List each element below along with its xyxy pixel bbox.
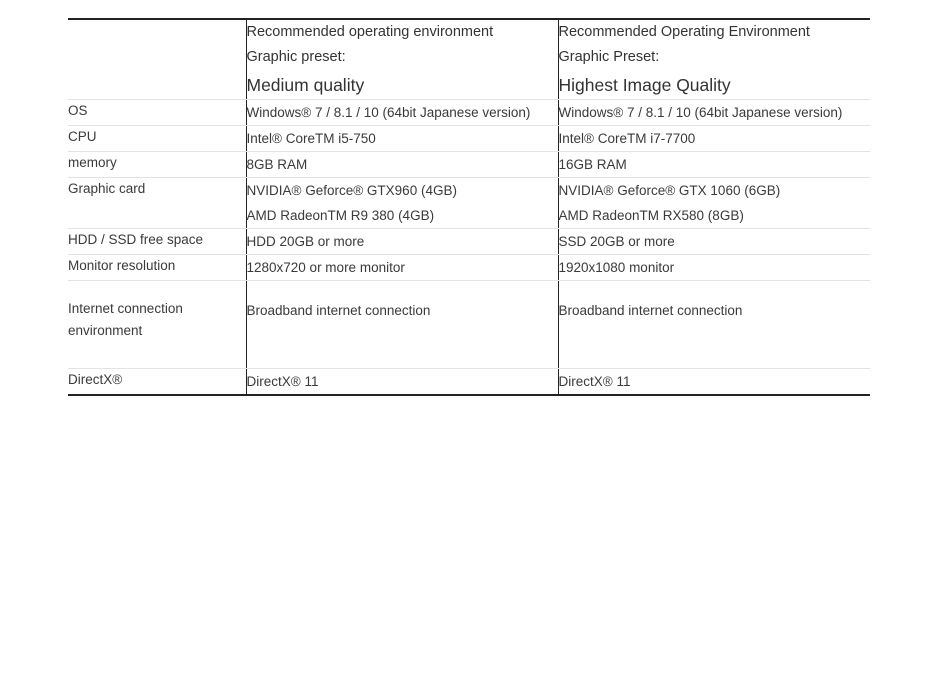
row-label-cpu: CPU <box>68 125 246 152</box>
header-cell-blank <box>68 19 246 100</box>
cell-memory-medium: 8GB RAM <box>245 151 558 178</box>
cell-cpu-medium: Intel® CoreTM i5-750 <box>245 125 558 152</box>
value-line: DirectX® 11 <box>558 374 631 389</box>
cell-internet-connection-medium: Broadband internet connection <box>245 280 558 369</box>
table-header-row: Recommended operating environment Graphi… <box>68 19 870 100</box>
value-line: Broadband internet connection <box>558 303 743 318</box>
row-label-line: OS <box>68 103 88 118</box>
value-line: Windows® 7 / 8.1 / 10 (64bit Japanese ve… <box>558 105 843 120</box>
row-label-line: CPU <box>68 129 97 144</box>
cell-os-highest: Windows® 7 / 8.1 / 10 (64bit Japanese ve… <box>557 99 870 126</box>
page-root: Recommended operating environment Graphi… <box>0 0 936 679</box>
header-highest-preset: Highest Image Quality <box>558 75 731 95</box>
value-line: NVIDIA® Geforce® GTX960 (4GB) <box>246 183 457 198</box>
cell-os-medium: Windows® 7 / 8.1 / 10 (64bit Japanese ve… <box>245 99 558 126</box>
row-label-memory: memory <box>68 151 246 178</box>
header-medium-line1: Recommended operating environment <box>246 24 494 40</box>
value-line: Intel® CoreTM i7-7700 <box>558 131 696 146</box>
value-line: 8GB RAM <box>246 157 308 172</box>
cell-memory-highest: 16GB RAM <box>557 151 870 178</box>
value-line: NVIDIA® Geforce® GTX 1060 (6GB) <box>558 183 781 198</box>
value-line: Intel® CoreTM i5-750 <box>246 131 376 146</box>
value-line: AMD RadeonTM R9 380 (4GB) <box>246 208 435 223</box>
table-row: memory 8GB RAM 16GB RAM <box>68 151 870 178</box>
row-label-hdd-ssd-free-space: HDD / SSD free space <box>68 228 246 255</box>
row-label-line: Graphic card <box>68 181 146 196</box>
cell-graphic-card-medium: NVIDIA® Geforce® GTX960 (4GB) AMD Radeon… <box>245 177 558 229</box>
row-label-monitor-resolution: Monitor resolution <box>68 254 246 281</box>
value-line: AMD RadeonTM RX580 (8GB) <box>558 208 744 223</box>
table-row: OS Windows® 7 / 8.1 / 10 (64bit Japanese… <box>68 99 870 126</box>
cell-hdd-ssd-highest: SSD 20GB or more <box>557 228 870 255</box>
row-label-line: memory <box>68 155 117 170</box>
header-highest-line1: Recommended Operating Environment <box>558 24 810 40</box>
table-row: HDD / SSD free space HDD 20GB or more SS… <box>68 228 870 255</box>
cell-cpu-highest: Intel® CoreTM i7-7700 <box>557 125 870 152</box>
value-line: Windows® 7 / 8.1 / 10 (64bit Japanese ve… <box>246 105 531 120</box>
value-line: DirectX® 11 <box>246 374 319 389</box>
system-requirements-table: Recommended operating environment Graphi… <box>68 18 870 396</box>
value-line: 1920x1080 monitor <box>558 260 675 275</box>
table-row: Internet connection environment Broadban… <box>68 280 870 369</box>
value-line: HDD 20GB or more <box>246 234 365 249</box>
header-cell-medium-quality: Recommended operating environment Graphi… <box>245 19 558 100</box>
header-medium-preset: Medium quality <box>246 75 365 95</box>
table-row: Monitor resolution 1280x720 or more moni… <box>68 254 870 281</box>
row-label-line: Monitor resolution <box>68 258 176 273</box>
row-label-directx: DirectX® <box>68 369 246 396</box>
header-cell-highest-quality: Recommended Operating Environment Graphi… <box>557 19 870 100</box>
value-line: 1280x720 or more monitor <box>246 260 405 275</box>
row-label-internet-connection-environment: Internet connection environment <box>68 280 246 369</box>
cell-directx-medium: DirectX® 11 <box>245 368 558 395</box>
table-body: OS Windows® 7 / 8.1 / 10 (64bit Japanese… <box>68 99 870 396</box>
cell-internet-connection-highest: Broadband internet connection <box>557 280 870 369</box>
table-row: Graphic card NVIDIA® Geforce® GTX960 (4G… <box>68 177 870 229</box>
header-medium-line2: Graphic preset: <box>246 49 346 65</box>
value-line: Broadband internet connection <box>246 303 431 318</box>
row-label-line: Internet connection <box>68 301 183 316</box>
header-highest-line2: Graphic Preset: <box>558 49 660 65</box>
value-line: 16GB RAM <box>558 157 627 172</box>
cell-graphic-card-highest: NVIDIA® Geforce® GTX 1060 (6GB) AMD Rade… <box>557 177 870 229</box>
row-label-line: HDD / SSD free space <box>68 232 204 247</box>
cell-monitor-resolution-medium: 1280x720 or more monitor <box>245 254 558 281</box>
table-row: CPU Intel® CoreTM i5-750 Intel® CoreTM i… <box>68 125 870 152</box>
row-label-os: OS <box>68 99 246 126</box>
row-label-line: DirectX® <box>68 372 123 387</box>
value-line: SSD 20GB or more <box>558 234 675 249</box>
cell-hdd-ssd-medium: HDD 20GB or more <box>245 228 558 255</box>
cell-directx-highest: DirectX® 11 <box>557 368 870 395</box>
table-row: DirectX® DirectX® 11 DirectX® 11 <box>68 368 870 396</box>
table-header: Recommended operating environment Graphi… <box>68 19 870 100</box>
system-requirements-table-container: Recommended operating environment Graphi… <box>68 18 870 396</box>
row-label-graphic-card: Graphic card <box>68 177 246 229</box>
cell-monitor-resolution-highest: 1920x1080 monitor <box>557 254 870 281</box>
row-label-line: environment <box>68 323 143 338</box>
